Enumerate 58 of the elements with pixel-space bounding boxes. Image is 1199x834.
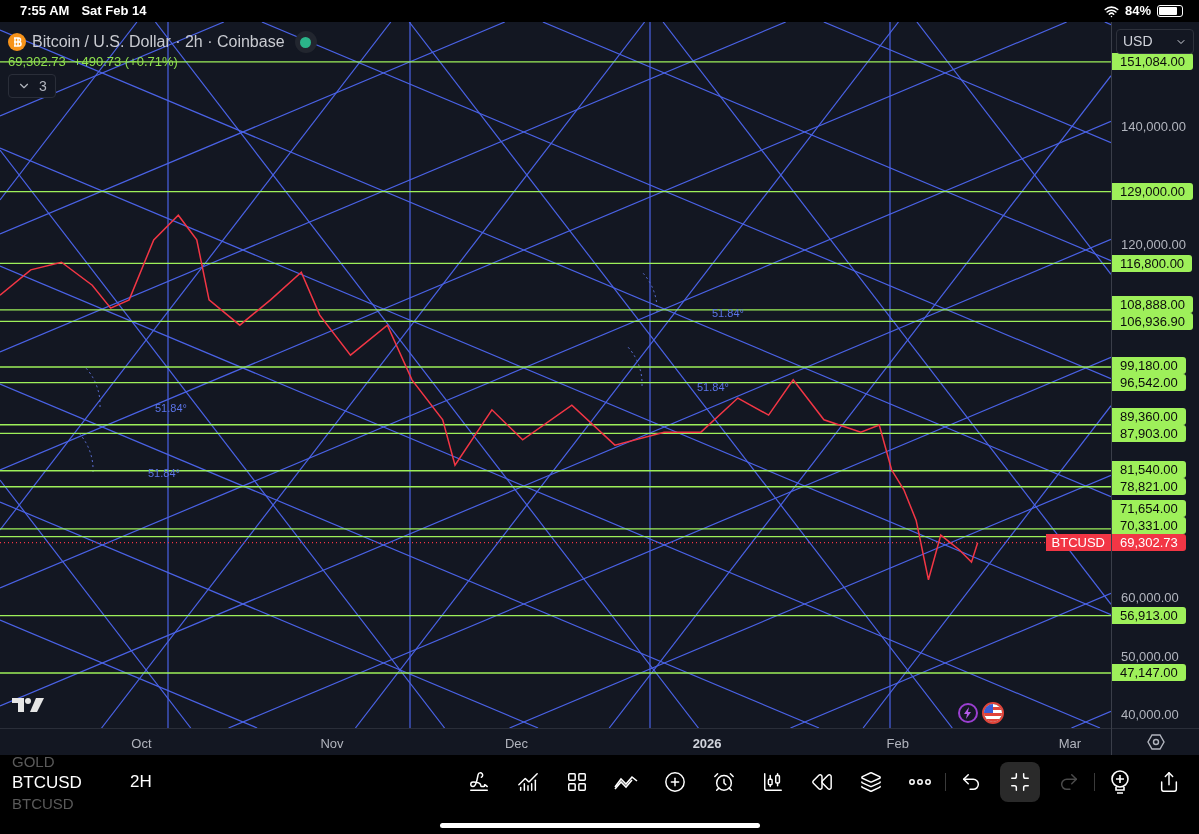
- chart-icon: [517, 771, 539, 793]
- battery-icon: [1157, 5, 1183, 17]
- price-axis-label: 120,000.00: [1121, 236, 1187, 254]
- redo-icon: [1058, 771, 1080, 793]
- collapse-icon: [1009, 771, 1031, 793]
- flag-icon[interactable]: [982, 702, 1004, 724]
- angle-label: 51.84°: [697, 380, 729, 395]
- price-axis-label: 40,000.00: [1121, 706, 1179, 724]
- clock-time: 7:55 AM: [20, 2, 70, 21]
- wifi-icon: [1103, 3, 1119, 19]
- time-axis-label: Nov: [320, 735, 344, 753]
- price-level-tag: 70,331.00: [1112, 517, 1186, 535]
- price-level-tag: 116,800.00: [1112, 254, 1193, 272]
- currency-select[interactable]: USD: [1116, 29, 1194, 54]
- price-level-tag: 81,540.00: [1112, 461, 1186, 479]
- time-axis-label: Dec: [504, 735, 529, 753]
- zigzag-icon: [614, 774, 638, 790]
- price-level-tag: 89,360.00: [1112, 407, 1186, 425]
- bitcoin-logo-icon: [8, 33, 26, 51]
- price-axis-label: 50,000.00: [1121, 647, 1179, 665]
- price-level-tag: 78,821.00: [1112, 478, 1186, 496]
- grid-icon: [566, 771, 588, 793]
- more-icon: [909, 779, 931, 785]
- alarm-icon: [713, 771, 735, 793]
- price-level-tag: 129,000.00: [1112, 183, 1194, 201]
- lightning-icon[interactable]: [958, 703, 978, 723]
- time-axis-label: Feb: [886, 735, 909, 753]
- price-level-tag: 71,654.00: [1112, 500, 1186, 518]
- interval-label[interactable]: 2H: [130, 769, 152, 795]
- share-icon: [1158, 771, 1180, 793]
- battery-percent: 84%: [1124, 2, 1151, 21]
- price-axis-label: 60,000.00: [1121, 588, 1179, 606]
- settings-icon[interactable]: [1146, 733, 1165, 751]
- price-axis-label: 140,000.00: [1121, 118, 1187, 136]
- pen-icon: [468, 771, 490, 793]
- price-level-tag: 151,084.00: [1112, 53, 1194, 71]
- price-level-tag: 96,542.00: [1112, 374, 1186, 392]
- price-level-tag: 47,147.00: [1112, 664, 1186, 682]
- price-level-tag: 69,302.73: [1112, 534, 1186, 552]
- indicators-toggle[interactable]: 3: [8, 74, 56, 98]
- price-level-tag: 108,888.00: [1112, 295, 1194, 313]
- tradingview-logo-icon: [12, 698, 44, 712]
- angle-label: 51.84°: [712, 306, 744, 321]
- symbol-picker-item[interactable]: BTCUSD: [12, 771, 130, 793]
- status-date: Sat Feb 14: [81, 2, 147, 21]
- symbol-tag: BTCUSD: [1045, 534, 1111, 552]
- price-level-tag: 56,913.00: [1112, 607, 1186, 625]
- undo-icon: [960, 771, 982, 793]
- fullscreen-button[interactable]: [1000, 762, 1040, 802]
- candlestick-icon: [762, 771, 784, 793]
- layers-icon: [860, 771, 882, 793]
- time-axis-label: Mar: [1058, 735, 1082, 753]
- price-level-tag: 99,180.00: [1112, 357, 1186, 375]
- time-axis-label: 2026: [692, 735, 722, 753]
- add-icon: [664, 771, 686, 793]
- lightbulb-icon: [1109, 770, 1131, 794]
- rewind-icon: [811, 771, 833, 793]
- time-axis-label: Oct: [131, 735, 152, 753]
